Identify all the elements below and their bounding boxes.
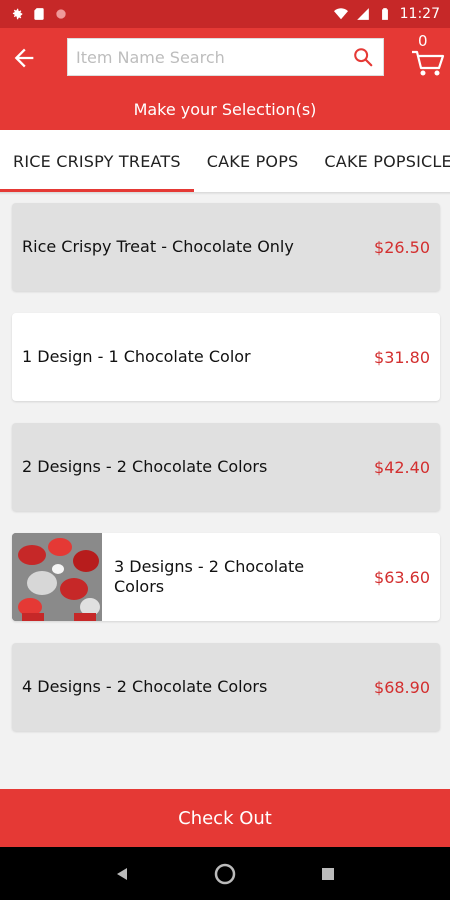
list-item[interactable]: 1 Design - 1 Chocolate Color $31.80 [12,313,440,401]
status-bar: 11:27 [0,0,450,28]
signal-icon [356,8,369,20]
search-box[interactable] [67,38,384,76]
record-icon [56,9,66,19]
checkout-button[interactable]: Check Out [0,789,450,847]
nav-recents-button[interactable] [313,859,343,889]
item-name: Rice Crispy Treat - Chocolate Only [22,237,294,256]
triangle-back-icon [116,867,127,880]
category-tabs: RICE CRISPY TREATS CAKE POPS CAKE POPSIC… [0,130,450,192]
cart-button[interactable]: 0 [410,32,446,76]
tabs-divider [0,192,450,195]
app-bar: 0 [0,28,450,88]
item-price: $42.40 [374,457,430,477]
nav-back-button[interactable] [107,859,137,889]
search-icon[interactable] [351,45,375,69]
item-price: $26.50 [374,237,430,257]
settings-icon [12,8,23,20]
selection-header: Make your Selection(s) [0,88,450,130]
tab-cake-popsicles[interactable]: CAKE POPSICLES [311,130,450,192]
list-item[interactable]: 4 Designs - 2 Chocolate Colors $68.90 [12,643,440,731]
item-name: 4 Designs - 2 Chocolate Colors [22,677,268,696]
wifi-icon [333,8,348,20]
arrow-back-icon [14,48,34,68]
square-recents-icon [322,867,335,880]
item-price: $68.90 [374,677,430,697]
item-name: 3 Designs - 2 Chocolate Colors [114,557,305,596]
system-nav-bar [0,847,450,900]
back-button[interactable] [2,36,46,80]
item-price: $31.80 [374,347,430,367]
product-list: Rice Crispy Treat - Chocolate Only $26.5… [12,203,440,753]
list-item[interactable]: Rice Crispy Treat - Chocolate Only $26.5… [12,203,440,291]
status-time: 11:27 [399,6,440,22]
battery-icon [381,8,388,20]
list-item[interactable]: 3 Designs - 2 Chocolate Colors $63.60 [12,533,440,621]
search-input[interactable] [76,47,351,67]
tab-cake-pops[interactable]: CAKE POPS [194,130,312,192]
item-name: 2 Designs - 2 Chocolate Colors [22,457,268,476]
circle-home-icon [214,863,236,884]
sd-card-icon [34,8,44,20]
list-item[interactable]: 2 Designs - 2 Chocolate Colors $42.40 [12,423,440,511]
tab-rice-crispy-treats[interactable]: RICE CRISPY TREATS [0,130,194,192]
product-thumbnail [12,533,102,621]
item-name: 1 Design - 1 Chocolate Color [22,347,251,366]
selection-label: Make your Selection(s) [133,99,317,119]
shopping-cart-icon [412,50,445,76]
item-price: $63.60 [374,567,430,587]
nav-home-button[interactable] [210,859,240,889]
